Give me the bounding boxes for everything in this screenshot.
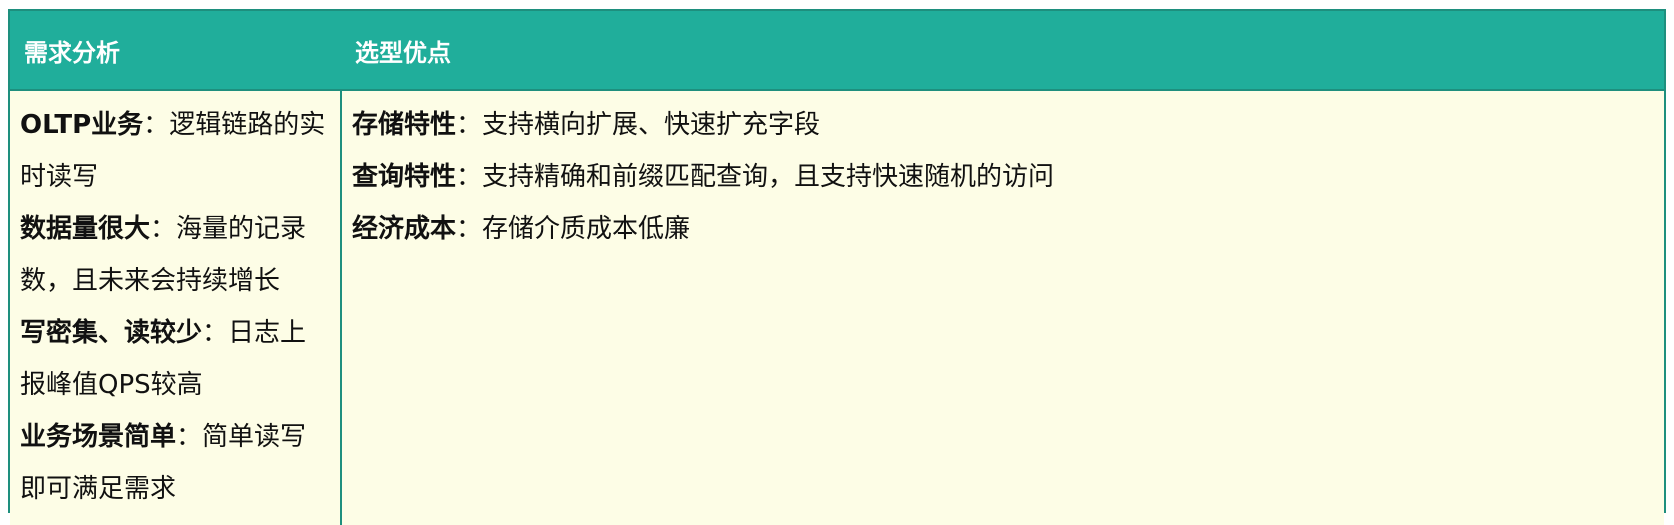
advantage-text: 支持横向扩展、快速扩充字段 — [482, 110, 821, 140]
header-advantages: 选型优点 — [341, 11, 1664, 91]
advantage-title: 经济成本 — [352, 214, 457, 244]
requirement-item: 业务场景简单：简单读写即可满足需求 — [20, 422, 307, 504]
requirement-title: OLTP业务 — [20, 110, 144, 140]
requirement-title: 写密集、读较少 — [20, 318, 203, 348]
advantage-item: 经济成本：存储介质成本低廉 — [352, 214, 691, 244]
advantage-item: 查询特性：支持精确和前缀匹配查询，且支持快速随机的访问 — [352, 162, 1055, 192]
advantage-item: 存储特性：支持横向扩展、快速扩充字段 — [352, 110, 821, 140]
requirement-title: 数据量很大 — [20, 214, 151, 244]
advantage-title: 存储特性 — [352, 110, 457, 140]
requirement-item: 写密集、读较少：日志上报峰值QPS较高 — [20, 318, 307, 400]
content-row: OLTP业务：逻辑链路的实时读写 数据量很大：海量的记录数，且未来会持续增长 写… — [10, 90, 1664, 525]
requirement-item: OLTP业务：逻辑链路的实时读写 — [20, 110, 326, 192]
advantages-cell: 存储特性：支持横向扩展、快速扩充字段 查询特性：支持精确和前缀匹配查询，且支持快… — [341, 90, 1664, 525]
header-row: 需求分析 选型优点 — [10, 11, 1664, 91]
header-requirements: 需求分析 — [10, 11, 341, 91]
comparison-table: 需求分析 选型优点 OLTP业务：逻辑链路的实时读写 数据量很大：海量的记录数，… — [10, 11, 1664, 525]
requirement-title: 业务场景简单 — [20, 422, 177, 452]
advantage-text: 存储介质成本低廉 — [482, 214, 691, 244]
requirement-item: 数据量很大：海量的记录数，且未来会持续增长 — [20, 214, 307, 296]
advantage-title: 查询特性 — [352, 162, 457, 192]
requirements-cell: OLTP业务：逻辑链路的实时读写 数据量很大：海量的记录数，且未来会持续增长 写… — [10, 90, 342, 525]
advantage-text: 支持精确和前缀匹配查询，且支持快速随机的访问 — [482, 162, 1055, 192]
comparison-table-frame: 需求分析 选型优点 OLTP业务：逻辑链路的实时读写 数据量很大：海量的记录数，… — [8, 9, 1666, 525]
